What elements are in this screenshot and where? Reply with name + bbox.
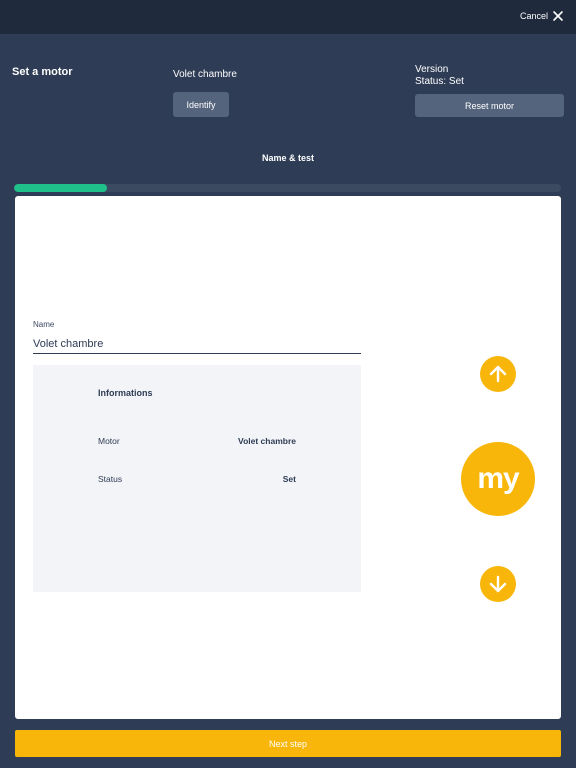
cancel-label: Cancel <box>519 11 548 21</box>
info-status-label: Status <box>98 474 123 484</box>
motor-name: Volet chambre <box>173 69 237 80</box>
close-icon <box>553 11 563 21</box>
name-label: Name <box>33 320 55 329</box>
identify-button[interactable]: Identify <box>173 92 229 117</box>
up-button[interactable] <box>480 356 516 392</box>
step-title: Name & test <box>261 153 315 163</box>
next-step-button[interactable]: Next step <box>15 730 561 757</box>
info-title: Informations <box>98 388 153 398</box>
reset-motor-button[interactable]: Reset motor <box>415 94 564 117</box>
version-info: Version Status: Set <box>415 64 464 88</box>
info-panel: Informations Motor Volet chambre Status … <box>33 365 361 592</box>
name-input[interactable] <box>33 334 361 354</box>
top-bar: Cancel <box>0 0 576 34</box>
my-button[interactable]: my <box>461 442 535 516</box>
info-status-value: Set <box>282 474 296 484</box>
info-motor-value: Volet chambre <box>238 436 296 446</box>
status-line: Status: Set <box>415 76 464 87</box>
page-title: Set a motor <box>12 66 73 78</box>
progress-bar <box>14 184 561 192</box>
down-button[interactable] <box>480 566 516 602</box>
progress-fill <box>14 184 107 192</box>
cancel-button[interactable]: Cancel <box>520 10 564 22</box>
arrow-up-icon <box>489 365 507 383</box>
arrow-down-icon <box>489 575 507 593</box>
my-label: my <box>477 462 519 495</box>
version-label: Version <box>415 64 449 75</box>
info-motor-label: Motor <box>98 436 120 446</box>
main-card: Name Informations Motor Volet chambre St… <box>15 196 561 719</box>
